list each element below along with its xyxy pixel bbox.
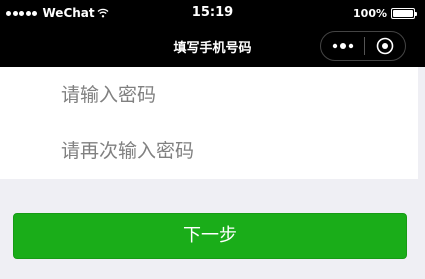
right-edge-strip: [418, 67, 425, 279]
battery-percent: 100%: [353, 6, 387, 20]
confirm-password-row: [0, 123, 425, 179]
battery-icon: [391, 7, 417, 19]
password-form: [0, 67, 425, 179]
next-button[interactable]: 下一步: [13, 213, 407, 259]
password-row: [0, 67, 425, 123]
menu-capsule: [320, 31, 406, 61]
navigation-bar: 填写手机号码: [0, 26, 425, 67]
password-input[interactable]: [61, 81, 401, 109]
target-close-icon: [376, 37, 394, 55]
more-dots-icon: [332, 43, 353, 49]
more-button[interactable]: [321, 32, 364, 60]
status-bar: WeChat 15:19 100%: [0, 0, 425, 26]
battery-fill: [393, 9, 413, 17]
confirm-password-input[interactable]: [61, 137, 401, 165]
status-right: 100%: [353, 5, 417, 21]
close-button[interactable]: [365, 32, 405, 60]
